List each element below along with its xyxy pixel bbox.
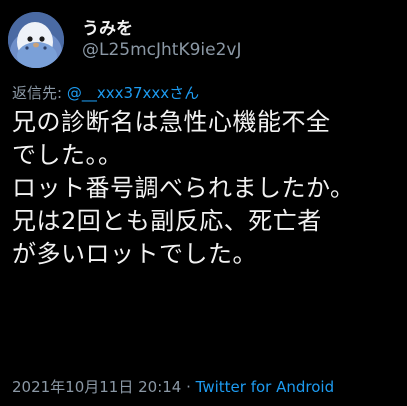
avatar[interactable] bbox=[8, 12, 64, 68]
meta-separator: · bbox=[181, 378, 196, 396]
display-name[interactable]: うみを bbox=[82, 14, 133, 39]
reply-prefix: 返信先: bbox=[12, 84, 67, 102]
tweet-source-link[interactable]: Twitter for Android bbox=[196, 378, 334, 396]
tweet-timestamp[interactable]: 2021年10月11日 20:14 bbox=[12, 378, 181, 396]
reply-mention-link[interactable]: @__xxx37xxxさん bbox=[67, 84, 199, 102]
user-handle[interactable]: @L25mcJhtK9ie2vJ bbox=[82, 40, 242, 60]
budgie-avatar-icon bbox=[8, 12, 64, 68]
reply-to-line: 返信先: @__xxx37xxxさん bbox=[12, 82, 199, 103]
tweet-text: 兄の診断名は急性心機能不全 でした。。 ロット番号調べられましたか。 兄は2回と… bbox=[12, 108, 355, 268]
tweet-meta: 2021年10月11日 20:14 · Twitter for Android bbox=[12, 376, 334, 397]
